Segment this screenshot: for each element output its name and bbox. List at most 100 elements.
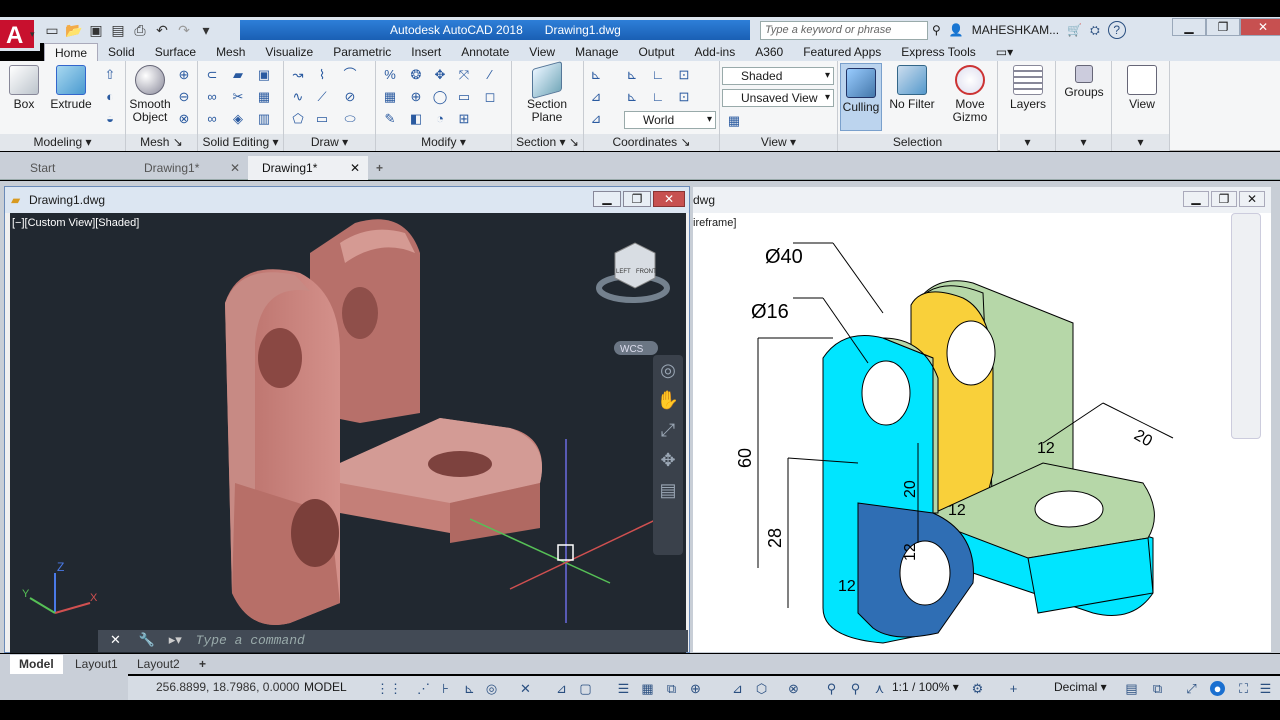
new-icon[interactable]: ▭ [44, 22, 60, 38]
workspace-gear-icon[interactable]: ⚙ [970, 681, 985, 696]
tab-drawing1-b[interactable]: Drawing1* ✕ [248, 156, 368, 180]
tab-layout2[interactable]: Layout2 [128, 655, 189, 674]
lineweight-icon[interactable]: ☰ [616, 681, 631, 696]
culling-button[interactable]: Culling [840, 63, 882, 131]
union-icon[interactable]: ⊂ [204, 67, 220, 83]
ellipse-icon[interactable]: ⬭ [342, 111, 358, 127]
mesh-smooth-more-icon[interactable]: ⊕ [176, 67, 192, 83]
close-icon[interactable]: ✕ [1240, 18, 1280, 36]
annotation-scale-dropdown[interactable]: 1:1 / 100% ▾ [892, 680, 959, 694]
extrude-button[interactable]: Extrude [48, 61, 94, 111]
open-icon[interactable]: 📂 [65, 22, 82, 38]
ucs-x-icon[interactable]: ∟ [650, 67, 666, 83]
ucs-origin-icon[interactable]: ⊿ [588, 89, 604, 105]
gizmo-status-icon[interactable]: ⊗ [786, 681, 801, 696]
annotation-monitor-icon[interactable]: + [1006, 681, 1021, 696]
undo-icon[interactable]: ↶ [154, 22, 170, 38]
ucs-y-icon[interactable]: ⊡ [676, 67, 692, 83]
exchange-icon[interactable]: ⛭ [1090, 23, 1100, 38]
move-gizmo-button[interactable]: Move Gizmo [946, 61, 994, 124]
subtract-icon[interactable]: ▰ [230, 67, 246, 83]
slice-icon[interactable]: ✂ [230, 89, 246, 105]
command-line[interactable]: ✕ 🔧 ▸▾ Type a command [98, 630, 688, 652]
panel-layers[interactable]: Layers ▾ [1000, 61, 1056, 151]
snap-mode-icon[interactable]: ⋰ [416, 681, 431, 696]
mesh-smooth-less-icon[interactable]: ⊖ [176, 89, 192, 105]
dynamic-input-icon[interactable]: ⊦ [438, 681, 453, 696]
customization-icon[interactable]: ☰ [1258, 681, 1273, 696]
erase-icon[interactable]: ✎ [382, 111, 398, 127]
transparency-icon[interactable]: ▦ [640, 681, 655, 696]
restore-icon[interactable]: ❐ [1206, 18, 1240, 36]
search-input[interactable]: Type a keyword or phrase [760, 21, 928, 40]
polyline-icon[interactable]: ⌇ [314, 67, 330, 83]
view-expand-icon[interactable]: ▾ [1112, 134, 1169, 151]
close-icon[interactable]: ✕ [230, 156, 240, 180]
array-icon[interactable]: ▦ [382, 89, 398, 105]
redo-icon[interactable]: ↷ [176, 22, 192, 38]
add-layout-icon[interactable]: + [190, 655, 215, 674]
polygon-icon[interactable]: ⬠ [290, 111, 306, 127]
construction-line-icon[interactable]: ⟋ [314, 89, 330, 105]
layers-expand-icon[interactable]: ▾ [1000, 134, 1055, 151]
interfere-icon[interactable]: ∞ [204, 89, 220, 105]
imprint-icon[interactable]: ∞ [204, 111, 220, 127]
ucs-object-icon[interactable]: ⊡ [676, 89, 692, 105]
maximize-icon[interactable]: ❐ [1211, 191, 1237, 207]
shell-icon[interactable]: ◈ [230, 111, 246, 127]
ribbon-tab-view[interactable]: View [519, 43, 565, 61]
tab-start[interactable]: Start [16, 156, 69, 180]
selection-cycling-icon[interactable]: ⧉ [664, 681, 679, 696]
close-icon[interactable]: ✕ [110, 633, 121, 648]
align-icon[interactable]: ◧ [408, 111, 424, 127]
stretch-icon[interactable]: ◔ [432, 111, 448, 127]
units-dropdown[interactable]: Decimal ▾ [1054, 680, 1107, 694]
close-icon[interactable]: ✕ [653, 191, 685, 207]
3d-osnap-icon[interactable]: ⊕ [688, 681, 703, 696]
copy-icon[interactable]: ▭ [456, 89, 472, 105]
visual-style-dropdown[interactable]: Shaded [722, 67, 834, 85]
dynamic-ucs-icon[interactable]: ⊿ [730, 681, 745, 696]
line-icon[interactable]: ↝ [290, 67, 306, 83]
command-input[interactable]: Type a command [196, 633, 305, 648]
scale-icon[interactable]: ⤧ [456, 67, 472, 83]
cart-icon[interactable]: 🛒 [1067, 23, 1082, 37]
hardware-acceleration-icon[interactable]: ● [1210, 681, 1225, 696]
mirror-icon[interactable]: ⊕ [408, 89, 424, 105]
print-icon[interactable]: ⎙ [132, 22, 148, 38]
ribbon-tab-solid[interactable]: Solid [98, 43, 145, 61]
ribbon-tab-insert[interactable]: Insert [401, 43, 451, 61]
annotation-visibility-icon[interactable]: ⚲ [824, 681, 839, 696]
tab-drawing1-a[interactable]: Drawing1* ✕ [130, 156, 248, 180]
ribbon-tab-annotate[interactable]: Annotate [451, 43, 519, 61]
user-name[interactable]: MAHESHKAM... [972, 23, 1059, 37]
section-plane-button[interactable]: Section Plane [524, 60, 570, 124]
qat-menu-icon[interactable]: ▾ [198, 22, 214, 38]
maximize-icon[interactable]: ❐ [623, 191, 651, 207]
ribbon-tab-visualize[interactable]: Visualize [255, 43, 323, 61]
clean-screen-icon[interactable]: ⛶ [1236, 681, 1251, 696]
save-as-icon[interactable]: ▤ [110, 22, 126, 38]
presspull-icon[interactable]: ⇧ [102, 67, 118, 83]
orbit-icon[interactable]: ✥ [653, 445, 683, 475]
minimize-icon[interactable]: ▁ [1183, 191, 1209, 207]
ortho-icon[interactable]: ⊾ [462, 681, 477, 696]
ucs-dropdown[interactable]: World [624, 111, 716, 129]
groups-expand-icon[interactable]: ▾ [1056, 134, 1111, 151]
viewport-config-icon[interactable]: ▦ [726, 113, 742, 129]
no-filter-button[interactable]: No Filter [886, 61, 938, 111]
lock-ui-icon[interactable]: ⧉ [1150, 681, 1165, 696]
close-icon[interactable]: ✕ [350, 156, 360, 180]
app-menu-button[interactable]: A ▾ [0, 17, 40, 51]
move-icon[interactable]: ✥ [432, 67, 448, 83]
ucs-world-icon[interactable]: ⊾ [624, 67, 640, 83]
sweep-icon[interactable]: ◒ [102, 111, 118, 127]
quick-properties-icon[interactable]: ▤ [1124, 681, 1139, 696]
minimize-icon[interactable]: ▁ [593, 191, 621, 207]
close-icon[interactable]: ✕ [1239, 191, 1265, 207]
ribbon-tab-a360[interactable]: A360 [745, 43, 793, 61]
ribbon-options-icon[interactable]: ▭▾ [986, 43, 1023, 61]
ribbon-tab-manage[interactable]: Manage [565, 43, 628, 61]
new-tab-icon[interactable]: + [370, 156, 389, 180]
help-icon[interactable]: ? [1107, 21, 1126, 39]
